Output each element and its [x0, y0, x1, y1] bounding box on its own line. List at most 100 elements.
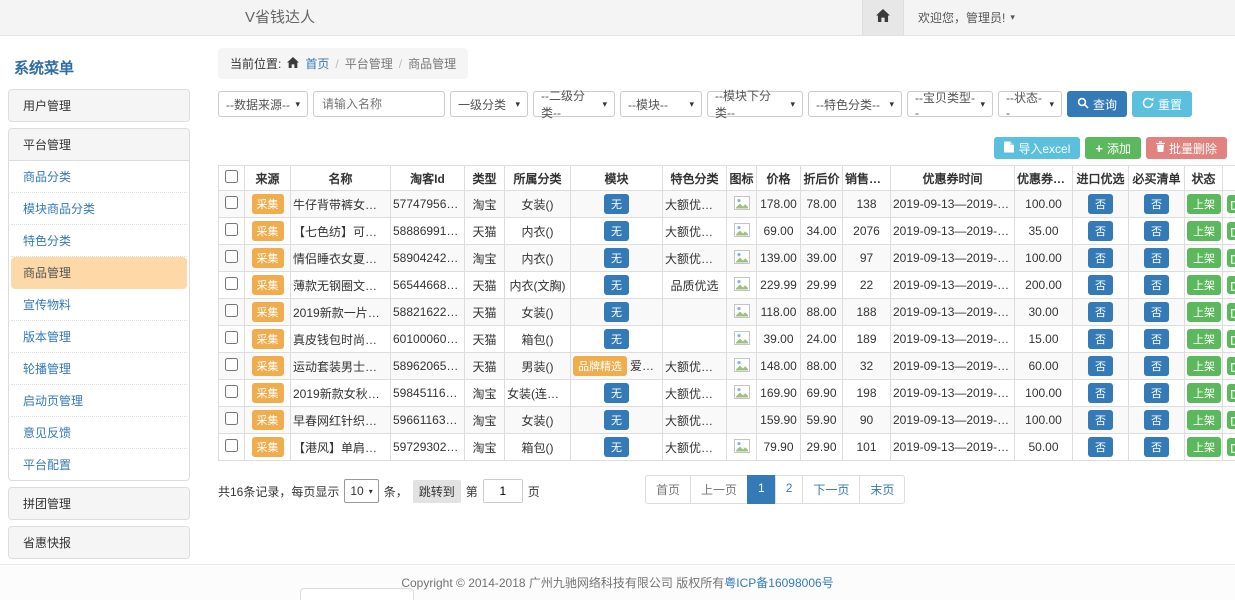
sidebar-group-2[interactable]: 拼团管理 [9, 488, 189, 519]
module-none-badge[interactable]: 无 [604, 221, 629, 241]
status-toggle[interactable]: 上架 [1187, 329, 1221, 349]
module-none-badge[interactable]: 无 [604, 437, 629, 457]
sidebar-item[interactable]: 商品管理 [11, 257, 187, 289]
reset-button[interactable]: 重置 [1132, 91, 1192, 117]
edit-button[interactable] [1227, 357, 1235, 375]
module-none-badge[interactable]: 无 [604, 302, 629, 322]
filter-select-6[interactable]: --状态--▾ [998, 91, 1062, 117]
sidebar-item[interactable]: 启动页管理 [11, 385, 187, 417]
row-checkbox[interactable] [225, 304, 238, 317]
status-toggle[interactable]: 上架 [1187, 275, 1221, 295]
must-buy-toggle[interactable]: 否 [1144, 302, 1169, 322]
filter-select-0[interactable]: 一级分类▾ [450, 91, 528, 117]
module-none-badge[interactable]: 无 [604, 410, 629, 430]
edit-button[interactable] [1227, 330, 1235, 348]
batch-delete-button[interactable]: 批量删除 [1146, 137, 1227, 159]
row-checkbox[interactable] [225, 196, 238, 209]
import-select-toggle[interactable]: 否 [1088, 248, 1113, 268]
row-checkbox[interactable] [225, 358, 238, 371]
edit-button[interactable] [1227, 249, 1235, 267]
page-button-首页[interactable]: 首页 [645, 475, 691, 504]
filter-select-5[interactable]: --宝贝类型--▾ [907, 91, 993, 117]
per-page-select[interactable]: 10 ▾ [344, 479, 378, 503]
must-buy-toggle[interactable]: 否 [1144, 437, 1169, 457]
module-none-badge[interactable]: 无 [604, 383, 629, 403]
status-toggle[interactable]: 上架 [1187, 248, 1221, 268]
row-checkbox[interactable] [225, 250, 238, 263]
sidebar-item[interactable]: 模块商品分类 [11, 193, 187, 225]
import-select-toggle[interactable]: 否 [1088, 356, 1113, 376]
sidebar-item[interactable]: 平台配置 [11, 449, 187, 480]
sidebar-group-0[interactable]: 用户管理 [9, 90, 189, 121]
status-toggle[interactable]: 上架 [1187, 356, 1221, 376]
sidebar-item[interactable]: 版本管理 [11, 321, 187, 353]
must-buy-toggle[interactable]: 否 [1144, 221, 1169, 241]
status-toggle[interactable]: 上架 [1187, 302, 1221, 322]
edit-button[interactable] [1227, 384, 1235, 402]
row-checkbox[interactable] [225, 277, 238, 290]
sidebar-item[interactable]: 轮播管理 [11, 353, 187, 385]
import-select-toggle[interactable]: 否 [1088, 194, 1113, 214]
breadcrumb-home-link[interactable]: 首页 [305, 55, 329, 72]
add-button[interactable]: + 添加 [1085, 137, 1141, 159]
row-checkbox[interactable] [225, 385, 238, 398]
jump-button[interactable]: 跳转到 [413, 480, 461, 503]
status-toggle[interactable]: 上架 [1187, 383, 1221, 403]
status-toggle[interactable]: 上架 [1187, 194, 1221, 214]
import-select-toggle[interactable]: 否 [1088, 221, 1113, 241]
sidebar-item[interactable]: 宣传物料 [11, 289, 187, 321]
name-search-input[interactable] [313, 91, 445, 117]
filter-select-4[interactable]: --特色分类--▾ [808, 91, 902, 117]
must-buy-toggle[interactable]: 否 [1144, 329, 1169, 349]
edit-button[interactable] [1227, 276, 1235, 294]
user-menu[interactable]: 欢迎您，管理员! ▾ [918, 9, 1015, 26]
filter-select-3[interactable]: --模块下分类--▾ [707, 91, 803, 117]
import-select-toggle[interactable]: 否 [1088, 437, 1113, 457]
must-buy-toggle[interactable]: 否 [1144, 275, 1169, 295]
status-toggle[interactable]: 上架 [1187, 221, 1221, 241]
sidebar-item[interactable]: 意见反馈 [11, 417, 187, 449]
status-toggle[interactable]: 上架 [1187, 437, 1221, 457]
row-checkbox[interactable] [225, 331, 238, 344]
icp-link[interactable]: 粤ICP备16098006号 [724, 576, 833, 590]
module-none-badge[interactable]: 无 [604, 275, 629, 295]
edit-button[interactable] [1227, 303, 1235, 321]
row-checkbox[interactable] [225, 439, 238, 452]
import-select-toggle[interactable]: 否 [1088, 302, 1113, 322]
page-button-末页[interactable]: 末页 [859, 475, 905, 504]
import-select-toggle[interactable]: 否 [1088, 383, 1113, 403]
home-button[interactable] [862, 0, 904, 35]
module-none-badge[interactable]: 无 [604, 248, 629, 268]
page-button-上一页[interactable]: 上一页 [690, 475, 748, 504]
sidebar-group-3[interactable]: 省惠快报 [9, 527, 189, 558]
status-toggle[interactable]: 上架 [1187, 410, 1221, 430]
must-buy-toggle[interactable]: 否 [1144, 194, 1169, 214]
import-excel-button[interactable]: 导入excel [994, 137, 1080, 159]
module-none-badge[interactable]: 无 [604, 329, 629, 349]
edit-button[interactable] [1227, 411, 1235, 429]
sidebar-item[interactable]: 商品分类 [11, 161, 187, 193]
row-checkbox[interactable] [225, 223, 238, 236]
must-buy-toggle[interactable]: 否 [1144, 410, 1169, 430]
sidebar-item[interactable]: 特色分类 [11, 225, 187, 257]
edit-button[interactable] [1227, 195, 1235, 213]
page-number-input[interactable] [483, 479, 523, 503]
filter-select-1[interactable]: --二级分类--▾ [533, 91, 615, 117]
must-buy-toggle[interactable]: 否 [1144, 248, 1169, 268]
search-button[interactable]: 查询 [1067, 91, 1127, 117]
must-buy-toggle[interactable]: 否 [1144, 356, 1169, 376]
page-button-2[interactable]: 2 [775, 475, 804, 504]
must-buy-toggle[interactable]: 否 [1144, 383, 1169, 403]
data-source-select[interactable]: --数据来源--▾ [218, 91, 308, 117]
page-button-下一页[interactable]: 下一页 [802, 475, 860, 504]
import-select-toggle[interactable]: 否 [1088, 275, 1113, 295]
module-none-badge[interactable]: 无 [604, 194, 629, 214]
edit-button[interactable] [1227, 438, 1235, 456]
row-checkbox[interactable] [225, 412, 238, 425]
select-all-checkbox[interactable] [225, 170, 238, 183]
sidebar-group-1[interactable]: 平台管理 [9, 129, 189, 161]
import-select-toggle[interactable]: 否 [1088, 410, 1113, 430]
page-button-1[interactable]: 1 [747, 475, 776, 504]
filter-select-2[interactable]: --模块--▾ [620, 91, 702, 117]
import-select-toggle[interactable]: 否 [1088, 329, 1113, 349]
